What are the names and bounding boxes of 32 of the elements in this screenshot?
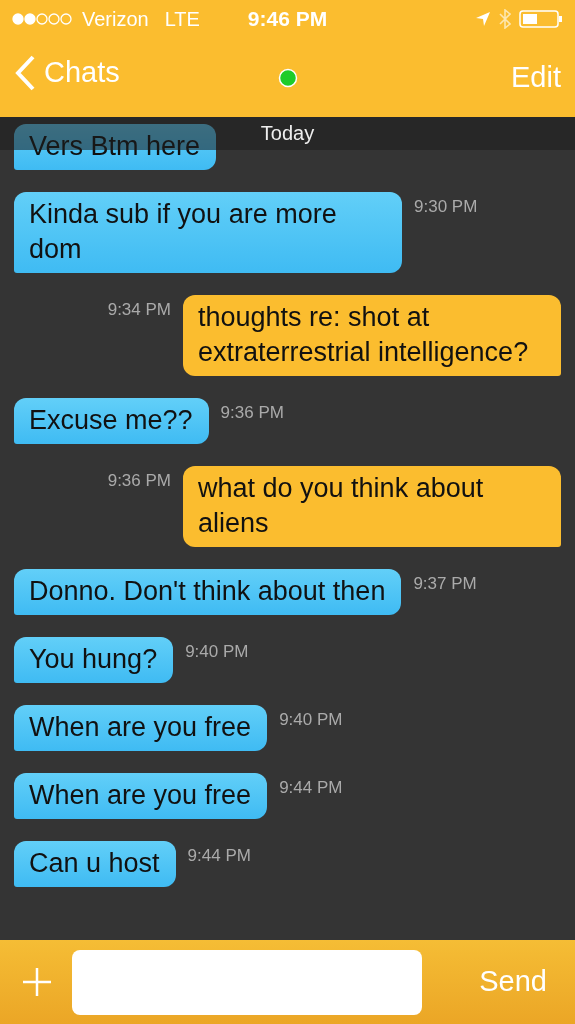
plus-icon — [22, 967, 52, 997]
network-type: LTE — [164, 7, 200, 32]
message-time: 9:30 PM — [414, 196, 478, 218]
received-message: Kinda sub if you are more dom — [14, 192, 402, 273]
message-time: 9:40 PM — [185, 641, 249, 663]
carrier-name: Verizon — [82, 7, 149, 32]
send-button[interactable]: Send — [469, 960, 557, 1004]
back-button[interactable]: Chats — [14, 51, 120, 95]
status-time: 9:46 PM — [247, 6, 328, 33]
received-message: Donno. Don't think about then — [14, 569, 402, 615]
message-time: 9:37 PM — [413, 573, 477, 595]
received-message: Excuse me?? — [14, 398, 209, 444]
battery-icon — [519, 9, 563, 29]
received-message: When are you free — [14, 773, 268, 819]
back-chevron-icon — [14, 55, 36, 92]
bluetooth-icon — [499, 9, 511, 29]
sent-message: what do you think about aliens — [183, 466, 561, 547]
location-icon — [475, 11, 491, 27]
received-message: Can u host — [14, 841, 176, 887]
message-time: 9:34 PM — [107, 299, 171, 321]
message-time: 9:36 PM — [107, 470, 171, 492]
sent-message: thoughts re: shot at extraterrestrial intelligence? — [183, 295, 561, 376]
message-time: 9:44 PM — [279, 777, 343, 799]
message-time: 9:40 PM — [279, 709, 343, 731]
date-header: Today — [260, 122, 315, 144]
signal-icon — [12, 13, 74, 25]
message-time: 9:36 PM — [220, 402, 284, 424]
received-message: When are you free — [14, 705, 268, 751]
message-time: 9:44 PM — [187, 845, 251, 867]
received-message: You hung? — [14, 637, 174, 683]
edit-button[interactable]: Edit — [511, 60, 561, 93]
message-input[interactable] — [72, 949, 422, 1015]
